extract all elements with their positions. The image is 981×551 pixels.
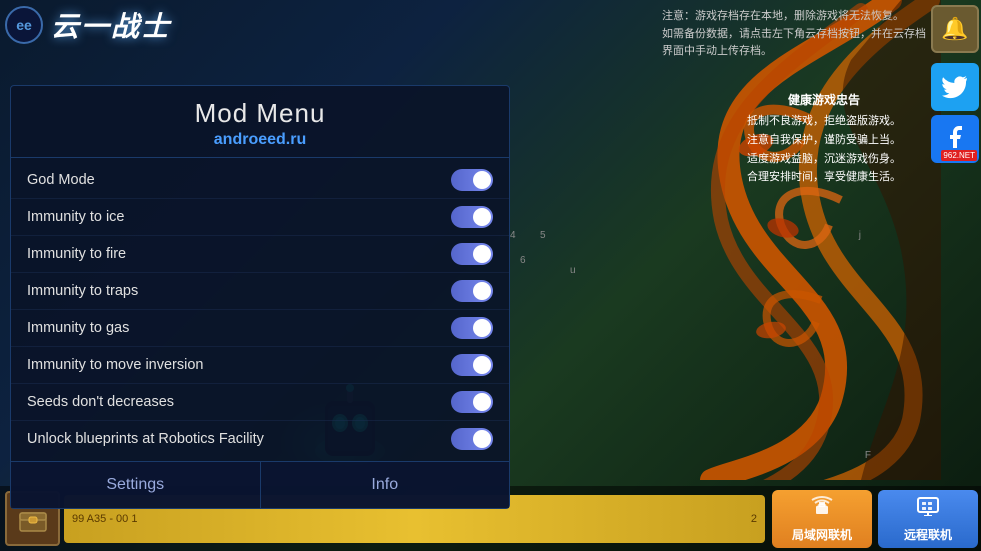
map-dot-u: u: [570, 265, 576, 276]
mod-item-label-immunity-move-inversion: Immunity to move inversion: [27, 357, 451, 373]
mod-item-immunity-gas[interactable]: Immunity to gas: [11, 310, 509, 347]
mod-item-label-seeds: Seeds don't decreases: [27, 394, 451, 410]
map-dot-f: F: [865, 450, 871, 461]
logo-ee-badge: ee: [5, 6, 43, 44]
mod-menu-panel: Mod Menu androeed.ru God Mode Immunity t…: [10, 85, 510, 509]
notice-top-right: 注意：游戏存档存在本地，删除游戏将无法恢复。如需备份数据，请点击左下角云存档按钮…: [662, 8, 926, 61]
mod-item-immunity-ice[interactable]: Immunity to ice: [11, 199, 509, 236]
mod-item-label-immunity-fire: Immunity to fire: [27, 246, 451, 262]
mod-menu-items: God Mode Immunity to ice Immunity to fir…: [11, 158, 509, 461]
lan-btn-label: 局域网联机: [792, 526, 852, 543]
facebook-button[interactable]: 962.NET: [931, 115, 979, 163]
right-sidebar: 🔔 962.NET: [929, 0, 981, 551]
bar-left-text: 99 A35 - 00 1: [72, 513, 137, 525]
mod-menu-title: Mod Menu: [27, 98, 493, 129]
logo-area: ee 云一战士: [5, 5, 171, 45]
mod-item-immunity-fire[interactable]: Immunity to fire: [11, 236, 509, 273]
facebook-icon: [944, 125, 966, 153]
mod-item-immunity-traps[interactable]: Immunity to traps: [11, 273, 509, 310]
tab-settings[interactable]: Settings: [11, 462, 261, 508]
toggle-immunity-fire[interactable]: [451, 243, 493, 265]
map-dot-6: 6: [520, 255, 526, 266]
mod-menu-tabs: Settings Info: [11, 461, 509, 508]
toggle-immunity-gas[interactable]: [451, 317, 493, 339]
toggle-blueprints[interactable]: [451, 428, 493, 450]
notice-warning-text: 注意：游戏存档存在本地，删除游戏将无法恢复。如需备份数据，请点击左下角云存档按钮…: [662, 10, 926, 57]
map-dot-5: 5: [540, 230, 546, 241]
mod-item-label-god-mode: God Mode: [27, 172, 451, 188]
mod-item-immunity-move-inversion[interactable]: Immunity to move inversion: [11, 347, 509, 384]
mod-item-label-immunity-ice: Immunity to ice: [27, 209, 451, 225]
lan-icon: [808, 494, 836, 522]
health-line-3: 适度游戏益脑，沉迷游戏伤身。: [747, 150, 901, 169]
twitter-icon: [941, 75, 969, 99]
mod-item-label-blueprints: Unlock blueprints at Robotics Facility: [27, 431, 451, 447]
toggle-immunity-move-inversion[interactable]: [451, 354, 493, 376]
logo-text: 云一战士: [51, 5, 171, 45]
map-dot-j: j: [859, 230, 861, 241]
bar-right-num: 2: [751, 513, 757, 525]
lan-button[interactable]: 局域网联机: [772, 490, 872, 548]
toggle-immunity-traps[interactable]: [451, 280, 493, 302]
twitter-button[interactable]: [931, 63, 979, 111]
toggle-immunity-ice[interactable]: [451, 206, 493, 228]
mod-menu-header: Mod Menu androeed.ru: [11, 86, 509, 158]
health-line-2: 注意自我保护，谨防受骗上当。: [747, 131, 901, 150]
mod-item-label-immunity-gas: Immunity to gas: [27, 320, 451, 336]
health-title: 健康游戏忠告: [747, 90, 901, 110]
mod-item-blueprints[interactable]: Unlock blueprints at Robotics Facility: [11, 421, 509, 457]
mod-menu-subtitle: androeed.ru: [27, 131, 493, 149]
toggle-seeds[interactable]: [451, 391, 493, 413]
toggle-god-mode[interactable]: [451, 169, 493, 191]
bell-button[interactable]: 🔔: [931, 5, 979, 53]
vine-decoration: [511, 0, 941, 480]
watermark-962: 962.NET: [941, 150, 977, 161]
health-notice: 健康游戏忠告 抵制不良游戏，拒绝盗版游戏。 注意自我保护，谨防受骗上当。 适度游…: [747, 90, 901, 187]
mod-item-label-immunity-traps: Immunity to traps: [27, 283, 451, 299]
bell-icon: 🔔: [941, 16, 968, 42]
tab-info[interactable]: Info: [261, 462, 510, 508]
health-line-1: 抵制不良游戏，拒绝盗版游戏。: [747, 112, 901, 131]
health-line-4: 合理安排时间，享受健康生活。: [747, 168, 901, 187]
map-dot-4: 4: [510, 230, 516, 241]
mod-item-god-mode[interactable]: God Mode: [11, 162, 509, 199]
mod-item-seeds[interactable]: Seeds don't decreases: [11, 384, 509, 421]
